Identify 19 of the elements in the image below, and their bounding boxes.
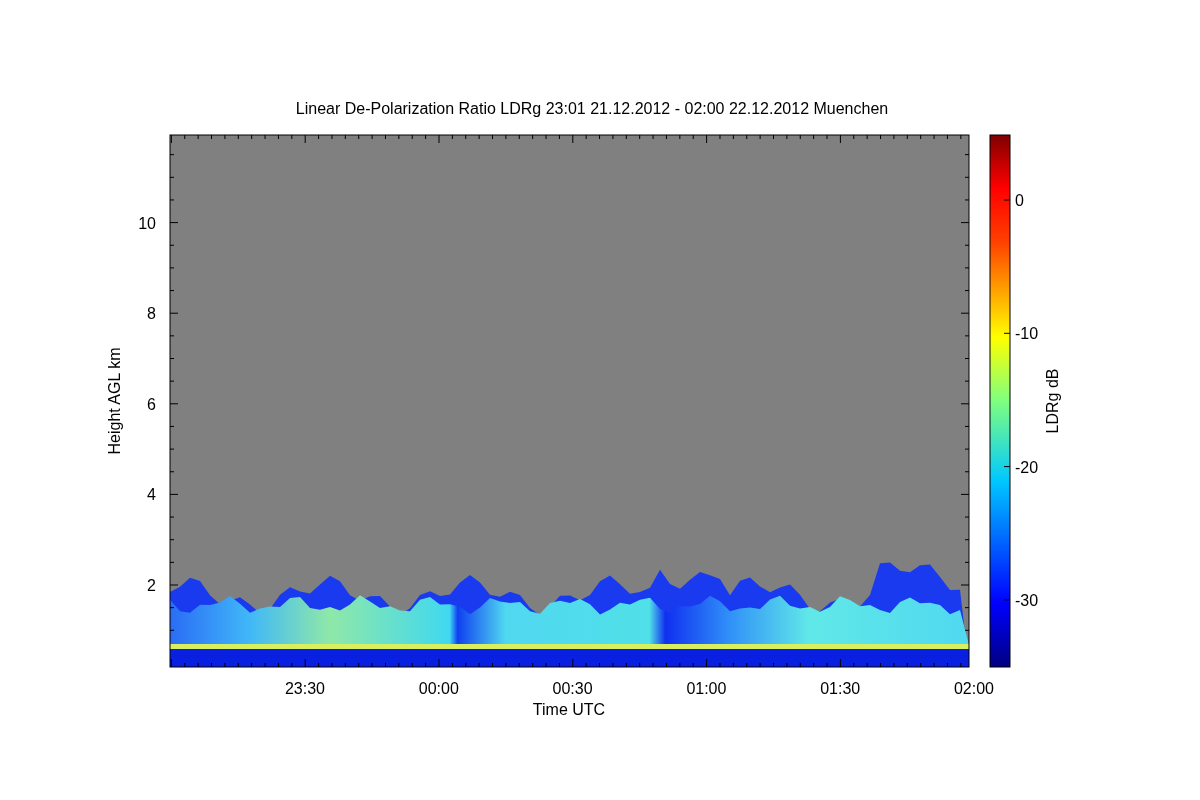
colorbar-tick-label: 0 (1015, 192, 1024, 209)
x-tick-label: 01:30 (820, 680, 861, 697)
y-tick-label: 2 (147, 577, 156, 594)
colorbar-tick-label: -20 (1015, 458, 1039, 476)
colorbar-tick-label: -30 (1015, 591, 1039, 609)
x-tick-label: 00:00 (418, 680, 459, 697)
x-tick-label: 01:00 (686, 680, 727, 697)
colorbar-label: LDRg dB (1044, 368, 1061, 434)
y-tick-label: 6 (147, 395, 156, 413)
x-tick-label: 02:00 (954, 680, 994, 697)
y-tick-label: 8 (147, 305, 156, 323)
colorbar-tick-label: -10 (1015, 325, 1039, 343)
chart-title: Linear De-Polarization Ratio LDRg 23:01 21.12.2012 - 02:00 22.12.2012 Muenchen (295, 100, 889, 117)
x-tick-label: 00:30 (552, 680, 593, 697)
x-axis-label: Time UTC (532, 701, 606, 718)
y-tick-label: 10 (138, 214, 156, 232)
y-tick-label: 4 (147, 486, 156, 504)
x-tick-label: 23:30 (285, 680, 325, 697)
y-axis-label: Height AGL km (106, 347, 123, 455)
